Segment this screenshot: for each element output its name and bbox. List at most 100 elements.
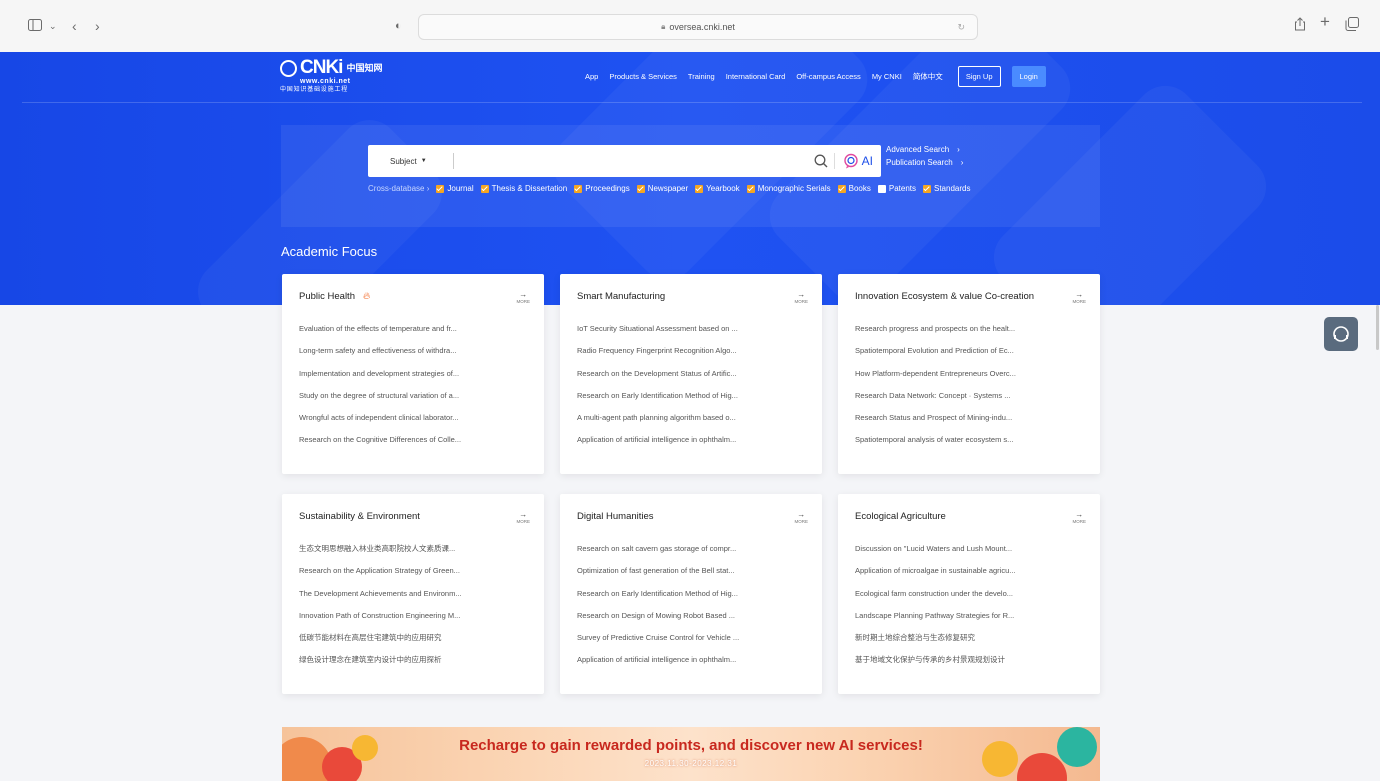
more-link[interactable]: → MORE xyxy=(1073,511,1087,537)
database-checkbox-thesis-dissertation[interactable]: Thesis & Dissertation xyxy=(480,184,567,193)
article-link[interactable]: Implementation and development strategie… xyxy=(299,369,530,391)
article-link[interactable]: 绿色设计理念在建筑室内设计中的应用探析 xyxy=(299,655,530,677)
hero-banner: CNKi 中国知网 www.cnki.net 中国知识基础设施工程 App Pr… xyxy=(0,52,1380,305)
nav-off-campus-access[interactable]: Off-campus Access xyxy=(796,72,860,81)
ai-search-button[interactable]: AI xyxy=(833,153,881,169)
card-title[interactable]: Ecological Agriculture xyxy=(855,511,946,537)
article-link[interactable]: Research on salt cavern gas storage of c… xyxy=(577,544,808,566)
article-link[interactable]: Optimization of fast generation of the B… xyxy=(577,566,808,588)
article-link[interactable]: Research on the Cognitive Differences of… xyxy=(299,435,530,457)
cnki-logo[interactable]: CNKi 中国知网 www.cnki.net 中国知识基础设施工程 xyxy=(280,58,382,95)
article-link[interactable]: Research progress and prospects on the h… xyxy=(855,324,1086,346)
promo-banner[interactable]: Recharge to gain rewarded points, and di… xyxy=(282,727,1100,781)
signup-button[interactable]: Sign Up xyxy=(957,66,1001,87)
address-bar[interactable]: 🔒︎ oversea.cnki.net ↻ xyxy=(418,14,978,40)
card-article-list: 生态文明思想融入林业类高职院校人文素质课... Research on the A… xyxy=(299,544,530,678)
database-checkbox-patents[interactable]: Patents xyxy=(877,184,916,193)
article-link[interactable]: Research on the Application Strategy of … xyxy=(299,566,530,588)
nav-products-services[interactable]: Products & Services xyxy=(609,72,677,81)
share-icon[interactable] xyxy=(1294,16,1306,36)
more-link[interactable]: → MORE xyxy=(795,511,809,537)
privacy-shield-icon[interactable]: ◐ xyxy=(395,16,402,36)
ai-icon xyxy=(843,153,858,169)
database-checkbox-monographic-serials[interactable]: Monographic Serials xyxy=(746,184,831,193)
article-link[interactable]: Application of artificial intelligence i… xyxy=(577,655,808,677)
focus-card: Sustainability & Environment → MORE 生态文明思想融… xyxy=(282,494,544,694)
chevron-down-icon[interactable]: ⌄ xyxy=(49,16,57,36)
article-link[interactable]: Spatiotemporal analysis of water ecosyst… xyxy=(855,435,1086,457)
article-link[interactable]: 基于地域文化保护与传承的乡村景观规划设计 xyxy=(855,655,1086,677)
page-scrollbar[interactable] xyxy=(1376,305,1379,350)
database-checkbox-proceedings[interactable]: Proceedings xyxy=(574,184,630,193)
article-link[interactable]: Research on the Development Status of Ar… xyxy=(577,369,808,391)
article-link[interactable]: The Development Achievements and Environ… xyxy=(299,589,530,611)
more-link[interactable]: → MORE xyxy=(517,511,531,537)
article-link[interactable]: Evaluation of the effects of temperature… xyxy=(299,324,530,346)
advanced-search-link[interactable]: Advanced Search › xyxy=(886,145,963,154)
article-link[interactable]: A multi-agent path planning algorithm ba… xyxy=(577,413,808,435)
article-link[interactable]: Research on Design of Mowing Robot Based… xyxy=(577,611,808,633)
nav-language[interactable]: 简体中文 xyxy=(913,71,943,82)
database-checkbox-books[interactable]: Books xyxy=(837,184,871,193)
nav-training[interactable]: Training xyxy=(688,72,715,81)
database-checkbox-yearbook[interactable]: Yearbook xyxy=(695,184,740,193)
card-title[interactable]: Sustainability & Environment xyxy=(299,511,420,537)
database-checkbox-standards[interactable]: Standards xyxy=(923,184,970,193)
login-button[interactable]: Login xyxy=(1011,66,1046,87)
article-link[interactable]: Application of microalgae in sustainable… xyxy=(855,566,1086,588)
article-link[interactable]: Wrongful acts of independent clinical la… xyxy=(299,413,530,435)
cross-database-toggle[interactable]: Cross-database › xyxy=(368,184,429,193)
search-input[interactable] xyxy=(454,145,808,177)
more-link[interactable]: → MORE xyxy=(1073,291,1087,317)
nav-app[interactable]: App xyxy=(585,72,598,81)
article-link[interactable]: Study on the degree of structural variat… xyxy=(299,391,530,413)
article-link[interactable]: IoT Security Situational Assessment base… xyxy=(577,324,808,346)
article-link[interactable]: Discussion on "Lucid Waters and Lush Mou… xyxy=(855,544,1086,566)
article-link[interactable]: Ecological farm construction under the d… xyxy=(855,589,1086,611)
database-checkbox-newspaper[interactable]: Newspaper xyxy=(636,184,688,193)
card-title[interactable]: Digital Humanities xyxy=(577,511,654,537)
checkbox-icon xyxy=(923,184,931,193)
checkbox-icon xyxy=(574,184,583,193)
database-checkbox-journal[interactable]: Journal xyxy=(436,184,474,193)
card-title[interactable]: Public Health 🔥︎ xyxy=(299,291,370,317)
card-article-list: Research on salt cavern gas storage of c… xyxy=(577,544,808,678)
card-title[interactable]: Innovation Ecosystem & value Co-creation xyxy=(855,291,1034,317)
article-link[interactable]: 生态文明思想融入林业类高职院校人文素质课... xyxy=(299,544,530,566)
more-link[interactable]: → MORE xyxy=(517,291,531,317)
article-link[interactable]: Radio Frequency Fingerprint Recognition … xyxy=(577,346,808,368)
search-icon[interactable] xyxy=(808,154,834,168)
arrow-right-icon: → xyxy=(519,290,528,299)
card-title[interactable]: Smart Manufacturing xyxy=(577,291,665,317)
article-link[interactable]: Research on Early Identification Method … xyxy=(577,391,808,413)
article-link[interactable]: Research Status and Prospect of Mining-i… xyxy=(855,413,1086,435)
back-icon[interactable]: ‹ xyxy=(72,16,77,36)
database-label: Proceedings xyxy=(585,184,630,193)
sidebar-toggle-icon[interactable] xyxy=(28,16,42,36)
article-link[interactable]: Spatiotemporal Evolution and Prediction … xyxy=(855,346,1086,368)
article-link[interactable]: Research on Early Identification Method … xyxy=(577,589,808,611)
nav-international-card[interactable]: International Card xyxy=(726,72,786,81)
subject-dropdown[interactable]: Subject ▼ xyxy=(368,157,453,166)
checkbox-icon xyxy=(480,184,489,193)
article-link[interactable]: Survey of Predictive Cruise Control for … xyxy=(577,633,808,655)
forward-icon[interactable]: › xyxy=(95,16,100,36)
article-link[interactable]: 低碳节能材料在高层住宅建筑中的应用研究 xyxy=(299,633,530,655)
article-link[interactable]: 新时期土地综合整治与生态修复研究 xyxy=(855,633,1086,655)
article-link[interactable]: Landscape Planning Pathway Strategies fo… xyxy=(855,611,1086,633)
tab-overview-icon[interactable] xyxy=(1345,16,1359,36)
nav-my-cnki[interactable]: My CNKI xyxy=(872,72,902,81)
article-link[interactable]: How Platform-dependent Entrepreneurs Ove… xyxy=(855,369,1086,391)
article-link[interactable]: Innovation Path of Construction Engineer… xyxy=(299,611,530,633)
database-label: Standards xyxy=(934,184,971,193)
new-tab-icon[interactable]: + xyxy=(1320,12,1330,32)
publication-search-link[interactable]: Publication Search › xyxy=(886,158,963,167)
article-link[interactable]: Long-term safety and effectiveness of wi… xyxy=(299,346,530,368)
academic-focus-heading: Academic Focus xyxy=(281,244,378,259)
customer-service-button[interactable] xyxy=(1324,317,1358,351)
article-link[interactable]: Application of artificial intelligence i… xyxy=(577,435,808,457)
reload-icon[interactable]: ↻ xyxy=(957,22,965,33)
arrow-right-icon: → xyxy=(797,510,806,519)
more-link[interactable]: → MORE xyxy=(795,291,809,317)
article-link[interactable]: Research Data Network: Concept · Systems… xyxy=(855,391,1086,413)
